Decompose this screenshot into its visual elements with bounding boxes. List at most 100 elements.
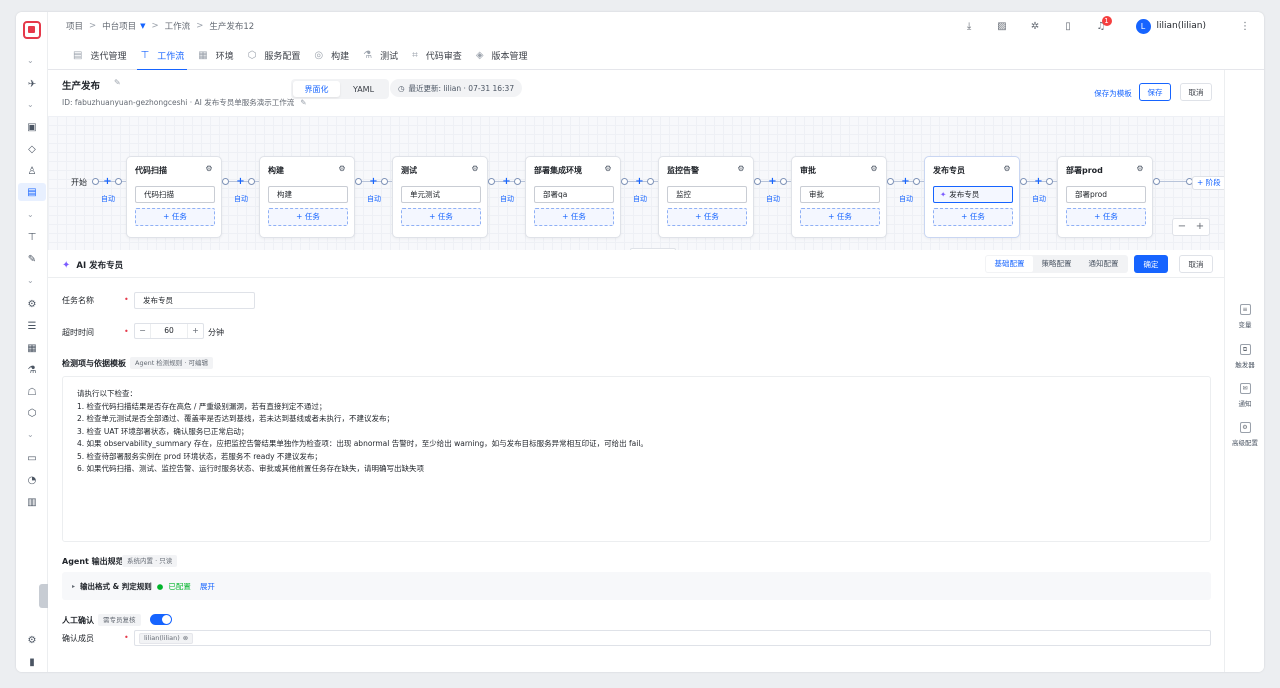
dashboard-icon[interactable]: ▣ — [23, 118, 41, 136]
gear-icon[interactable]: ⚙ — [1134, 163, 1146, 175]
cube-icon[interactable]: ⬡ — [23, 404, 41, 422]
save-button[interactable]: 保存 — [1139, 83, 1171, 101]
zoom-in-button[interactable]: + — [1191, 219, 1209, 235]
monitor-icon[interactable]: ▭ — [23, 449, 41, 467]
gear-icon[interactable]: ⚙ — [336, 163, 348, 175]
job-item[interactable]: 部署qa — [534, 186, 614, 203]
stage-card[interactable]: 代码扫描 ⚙ 代码扫描 + 任务 — [126, 156, 222, 238]
auto-trigger-label[interactable]: 自动 — [766, 194, 780, 204]
edit-icon[interactable]: ✎ — [114, 78, 121, 87]
auto-trigger-label[interactable]: 自动 — [633, 194, 647, 204]
close-icon[interactable]: ⊗ — [183, 634, 188, 643]
report-icon[interactable]: ▥ — [23, 493, 41, 511]
gear-icon[interactable]: ⚙ — [469, 163, 481, 175]
tab-service-config[interactable]: ⬡ 服务配置 — [241, 40, 308, 70]
tab-environment[interactable]: ▦ 环境 — [191, 40, 240, 70]
sidebar-item-advanced[interactable]: ⚙ 高级配置 — [1225, 422, 1264, 447]
gear-icon[interactable]: ⚙ — [1001, 163, 1013, 175]
edit-icon[interactable]: ✎ — [300, 98, 306, 107]
add-stage-plus[interactable]: + — [900, 176, 911, 187]
team-icon[interactable]: ♙ — [23, 162, 41, 180]
chevron-down-icon[interactable]: ⌄ — [27, 276, 34, 285]
gear-icon[interactable]: ⚙ — [203, 163, 215, 175]
sidebar-item-notify[interactable]: ✉ 通知 — [1225, 383, 1264, 408]
task-name-input[interactable]: 发布专员 — [134, 292, 255, 309]
chart-icon[interactable]: ◔ — [23, 471, 41, 489]
avatar[interactable]: L — [1135, 18, 1151, 34]
add-stage-plus[interactable]: + — [1033, 176, 1044, 187]
tab-workflow[interactable]: ⊤ 工作流 — [133, 40, 191, 71]
tab-strategy-config[interactable]: 策略配置 — [1033, 256, 1080, 272]
project-icon[interactable]: ▤ — [18, 183, 46, 201]
add-stage-button[interactable]: + 阶段 — [1192, 176, 1224, 190]
auto-trigger-label[interactable]: 自动 — [367, 194, 381, 204]
tab-basic-config[interactable]: 基础配置 — [986, 256, 1033, 272]
expand-link[interactable]: 展开 — [200, 581, 215, 592]
job-item[interactable]: 审批 — [800, 186, 880, 203]
add-stage-plus[interactable]: + — [368, 176, 379, 187]
workflow-icon[interactable]: ⊤ — [23, 228, 41, 246]
decrement-button[interactable]: − — [135, 324, 151, 338]
gear-icon[interactable]: ⚙ — [23, 631, 41, 649]
add-task-button[interactable]: + 任务 — [1066, 208, 1146, 226]
gear-icon[interactable]: ⚙ — [735, 163, 747, 175]
stats-icon[interactable]: ▮ — [23, 653, 41, 671]
auto-trigger-label[interactable]: 自动 — [899, 194, 913, 204]
add-task-button[interactable]: + 任务 — [933, 208, 1013, 226]
add-task-button[interactable]: + 任务 — [534, 208, 614, 226]
job-item[interactable]: 单元测试 — [401, 186, 481, 203]
grid-icon[interactable]: ▦ — [23, 339, 41, 357]
view-mode-ui[interactable]: 界面化 — [293, 81, 340, 97]
tab-test[interactable]: ⚗ 测试 — [356, 40, 405, 70]
save-as-template-button[interactable]: 保存为模板 — [1092, 84, 1134, 102]
tab-iteration[interactable]: ▤ 迭代管理 — [66, 40, 133, 70]
settings-icon[interactable]: ⚙ — [23, 295, 41, 313]
add-task-button[interactable]: + 任务 — [800, 208, 880, 226]
stage-card[interactable]: 构建 ⚙ 构建 + 任务 — [259, 156, 355, 238]
tab-notify-config[interactable]: 通知配置 — [1080, 256, 1127, 272]
auto-trigger-label[interactable]: 自动 — [234, 194, 248, 204]
flask-icon[interactable]: ⚗ — [23, 361, 41, 379]
chevron-down-icon[interactable]: ⌄ — [27, 100, 34, 109]
add-stage-plus[interactable]: + — [235, 176, 246, 187]
check-template-editor[interactable]: 请执行以下检查： 1. 检查代码扫描结果是否存在高危 / 严重级别漏洞，若有直接… — [62, 376, 1211, 542]
job-item[interactable]: 构建 — [268, 186, 348, 203]
edit-icon[interactable]: ✎ — [23, 250, 41, 268]
increment-button[interactable]: + — [187, 324, 203, 338]
auto-trigger-label[interactable]: 自动 — [1032, 194, 1046, 204]
add-stage-plus[interactable]: + — [102, 176, 113, 187]
sidebar-item-triggers[interactable]: ⧉ 触发器 — [1225, 344, 1264, 369]
rocket-icon[interactable]: ✈ — [23, 75, 41, 93]
add-task-button[interactable]: + 任务 — [268, 208, 348, 226]
timeout-value[interactable]: 60 — [151, 324, 187, 338]
confirm-button[interactable]: 确定 — [1134, 255, 1168, 273]
breadcrumb-item[interactable]: 项目 — [66, 20, 83, 32]
job-item[interactable]: 部署prod — [1066, 186, 1146, 203]
gear-icon[interactable]: ⚙ — [868, 163, 880, 175]
list-icon[interactable]: ☰ — [23, 317, 41, 335]
tab-version[interactable]: ◈ 版本管理 — [469, 40, 535, 70]
sidebar-item-variables[interactable]: ≡ 变量 — [1225, 304, 1264, 329]
job-item[interactable]: 代码扫描 — [135, 186, 215, 203]
more-icon[interactable]: ⋮ — [1240, 21, 1250, 32]
job-item[interactable]: 监控 — [667, 186, 747, 203]
breadcrumb-item[interactable]: 中台项目 — [102, 20, 136, 32]
add-stage-plus[interactable]: + — [767, 176, 778, 187]
app-logo[interactable] — [23, 21, 41, 39]
auto-trigger-label[interactable]: 自动 — [500, 194, 514, 204]
rail-expand-handle[interactable] — [39, 584, 48, 608]
tab-code-review[interactable]: ⌗ 代码审查 — [405, 40, 469, 70]
confirm-members-select[interactable]: lilian(lilian) ⊗ — [134, 630, 1211, 646]
chevron-down-icon[interactable]: ⌄ — [27, 56, 34, 65]
breadcrumb-item[interactable]: 工作流 — [165, 20, 191, 32]
bell-icon[interactable]: ♫ 1 — [1085, 16, 1118, 36]
chevron-down-icon[interactable]: ⌄ — [27, 430, 34, 439]
stage-card[interactable]: 测试 ⚙ 单元测试 + 任务 — [392, 156, 488, 238]
user-name[interactable]: lilian(lilian) — [1157, 21, 1206, 31]
stage-card[interactable]: 部署prod ⚙ 部署prod + 任务 — [1057, 156, 1153, 238]
caret-down-icon[interactable]: ▼ — [140, 22, 145, 30]
translate-icon[interactable]: ▨ — [986, 16, 1019, 36]
add-stage-plus[interactable]: + — [634, 176, 645, 187]
plugin-icon[interactable]: ◇ — [23, 140, 41, 158]
robot-icon[interactable]: ☖ — [23, 383, 41, 401]
